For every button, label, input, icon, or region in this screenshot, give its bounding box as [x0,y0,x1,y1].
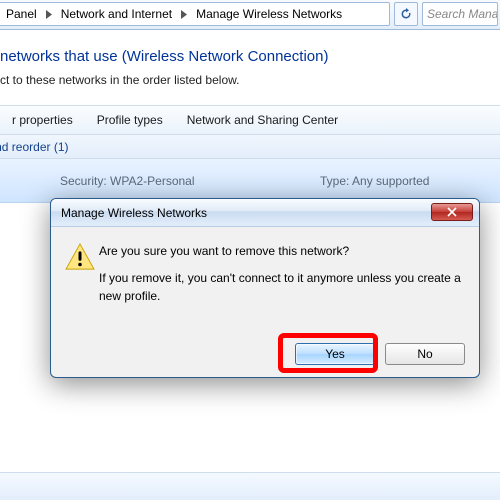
dialog-detail: If you remove it, you can't connect to i… [99,270,465,305]
network-list-item[interactable]: Security: WPA2-Personal Type: Any suppor… [0,159,500,203]
group-label: dify, and reorder (1) [0,140,69,154]
no-button[interactable]: No [385,343,465,365]
address-bar: Panel Network and Internet Manage Wirele… [0,0,500,30]
toolbar-network-sharing[interactable]: Network and Sharing Center [175,113,350,127]
close-button[interactable] [431,203,473,221]
chevron-right-icon [43,10,55,19]
refresh-button[interactable] [394,2,418,26]
breadcrumb[interactable]: Panel Network and Internet Manage Wirele… [0,2,390,26]
breadcrumb-item[interactable]: Manage Wireless Networks [190,3,348,25]
toolbar: r properties Profile types Network and S… [0,105,500,135]
status-bar [0,472,500,500]
search-placeholder: Search Manag [427,7,498,21]
group-header: dify, and reorder (1) [0,135,500,159]
chevron-right-icon [178,10,190,19]
breadcrumb-item[interactable]: Panel [0,3,43,25]
item-security: Security: WPA2-Personal [60,174,195,188]
page-subtitle: ct to these networks in the order listed… [0,73,500,105]
toolbar-adapter-properties[interactable]: r properties [0,113,85,127]
toolbar-profile-types[interactable]: Profile types [85,113,175,127]
dialog-text: Are you sure you want to remove this net… [99,243,465,305]
breadcrumb-item[interactable]: Network and Internet [55,3,178,25]
dialog-title: Manage Wireless Networks [61,206,207,220]
dialog-question: Are you sure you want to remove this net… [99,243,465,260]
page-title: networks that use (Wireless Network Conn… [0,30,500,73]
dialog-titlebar[interactable]: Manage Wireless Networks [51,199,479,227]
warning-icon [65,243,99,305]
yes-button[interactable]: Yes [295,343,375,365]
search-input[interactable]: Search Manag [422,2,498,26]
item-type: Type: Any supported [320,174,429,188]
confirm-dialog: Manage Wireless Networks Are you sure yo… [50,198,480,378]
